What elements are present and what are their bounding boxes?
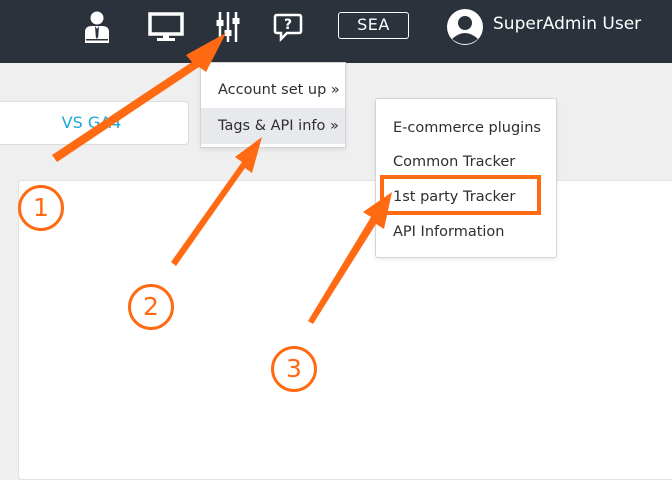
settings-sliders-icon[interactable] [214, 10, 242, 44]
submenu-item-common-tracker[interactable]: Common Tracker [393, 154, 515, 170]
monitor-icon[interactable] [148, 10, 184, 44]
annotation-step-3: 3 [271, 346, 317, 392]
settings-dropdown-menu: Account set up » Tags & API info » [200, 62, 346, 148]
menu-item-account-setup[interactable]: Account set up » [201, 72, 345, 108]
user-name[interactable]: SuperAdmin User [493, 14, 641, 34]
annotation-step-2: 2 [128, 284, 174, 330]
submenu-item-api-information[interactable]: API Information [393, 224, 504, 240]
sea-button[interactable]: SEA [338, 12, 409, 39]
admin-user-icon[interactable] [82, 10, 112, 44]
top-navigation-bar: ? SEA SuperAdmin User [0, 0, 672, 63]
annotation-highlight-box [380, 175, 541, 215]
user-avatar-icon[interactable] [446, 8, 484, 46]
menu-item-tags-api-info[interactable]: Tags & API info » [201, 108, 345, 144]
tab-vs-ga4[interactable]: VS GA4 [0, 101, 189, 145]
annotation-step-1: 1 [18, 185, 64, 231]
svg-text:?: ? [284, 17, 292, 33]
content-panel [18, 180, 672, 480]
submenu-item-ecommerce-plugins[interactable]: E-commerce plugins [393, 120, 541, 136]
help-chat-icon[interactable]: ? [273, 10, 303, 44]
